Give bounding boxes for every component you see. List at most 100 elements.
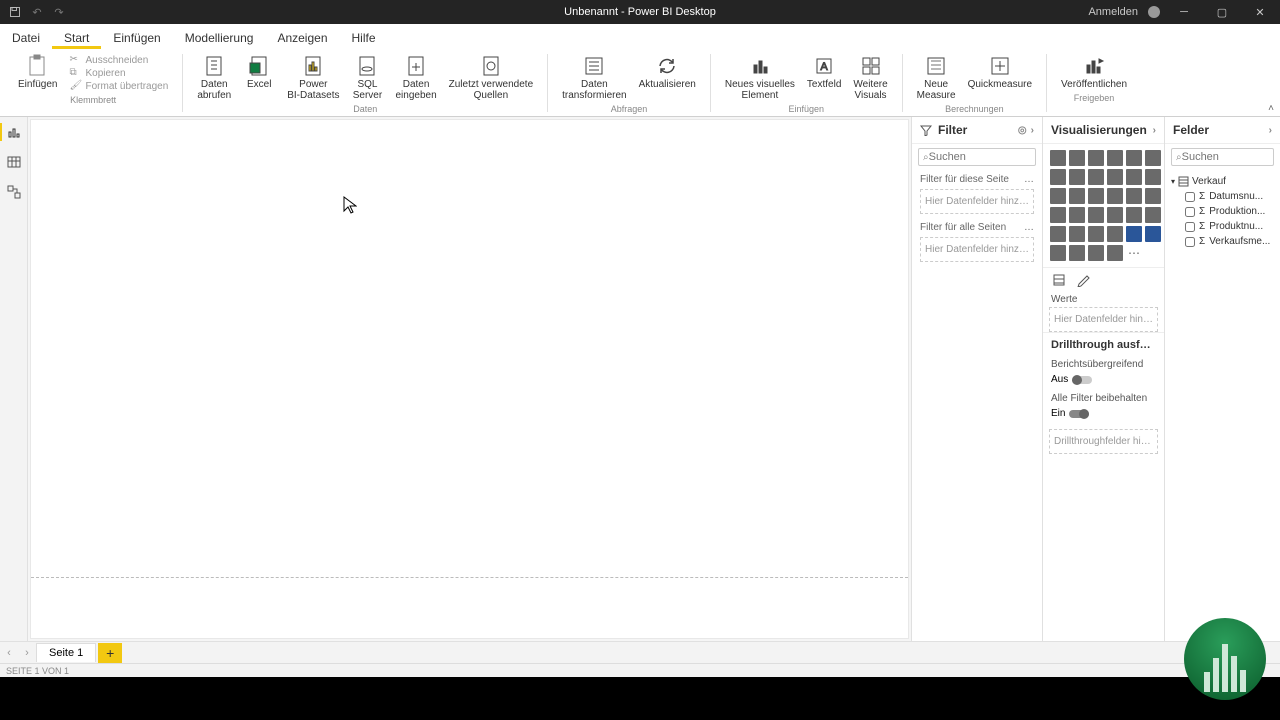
more-icon[interactable]: … bbox=[1024, 222, 1034, 233]
visualization-gallery: ⋯ bbox=[1043, 144, 1164, 267]
undo-icon[interactable]: ↶ bbox=[30, 5, 44, 19]
more-visuals-button[interactable]: Weitere Visuals bbox=[849, 52, 891, 103]
textbox-button[interactable]: ATextfeld bbox=[803, 52, 845, 92]
cross-report-toggle[interactable]: Aus bbox=[1043, 372, 1164, 391]
viz-scatter[interactable] bbox=[1088, 188, 1104, 204]
add-page-button[interactable]: + bbox=[98, 643, 122, 663]
format-tab-icon[interactable] bbox=[1075, 272, 1091, 288]
transform-data-button[interactable]: Daten transformieren bbox=[558, 52, 630, 103]
fields-tab-icon[interactable] bbox=[1051, 272, 1067, 288]
field-item[interactable]: ΣProduktion... bbox=[1171, 204, 1274, 219]
viz-line[interactable] bbox=[1050, 169, 1066, 185]
sql-server-button[interactable]: SQL Server bbox=[347, 52, 387, 103]
refresh-button[interactable]: Aktualisieren bbox=[635, 52, 700, 92]
viz-r[interactable] bbox=[1126, 226, 1142, 242]
get-data-button[interactable]: Daten abrufen bbox=[193, 52, 235, 103]
values-dropzone[interactable]: Hier Datenfelder hinzufügen bbox=[1049, 307, 1158, 332]
close-button[interactable]: ✕ bbox=[1246, 0, 1274, 24]
cursor-icon bbox=[343, 196, 357, 214]
page-next-button[interactable]: › bbox=[18, 647, 36, 659]
viz-more-icon[interactable]: ⋯ bbox=[1126, 245, 1142, 261]
viz-clustered-bar[interactable] bbox=[1088, 150, 1104, 166]
viz-gauge[interactable] bbox=[1107, 207, 1123, 223]
more-icon[interactable]: … bbox=[1024, 174, 1034, 185]
signin-link[interactable]: Anmelden bbox=[1088, 6, 1138, 18]
viz-line-stacked[interactable] bbox=[1107, 169, 1123, 185]
viz-area[interactable] bbox=[1069, 169, 1085, 185]
titlebar: ↶ ↷ Unbenannt - Power BI Desktop Anmelde… bbox=[0, 0, 1280, 24]
viz-python[interactable] bbox=[1145, 226, 1161, 242]
quick-measure-button[interactable]: Quickmeasure bbox=[964, 52, 1036, 92]
page-tab[interactable]: Seite 1 bbox=[36, 643, 96, 662]
viz-arcgis[interactable] bbox=[1107, 245, 1123, 261]
publish-button[interactable]: Veröffentlichen bbox=[1057, 52, 1131, 92]
viz-waterfall[interactable] bbox=[1050, 188, 1066, 204]
viz-treemap[interactable] bbox=[1145, 188, 1161, 204]
viz-matrix[interactable] bbox=[1107, 226, 1123, 242]
viz-100-column[interactable] bbox=[1145, 150, 1161, 166]
new-visual-button[interactable]: Neues visuelles Element bbox=[721, 52, 799, 103]
menu-anzeigen[interactable]: Anzeigen bbox=[265, 27, 339, 49]
viz-stacked-column[interactable] bbox=[1069, 150, 1085, 166]
viz-funnel[interactable] bbox=[1069, 188, 1085, 204]
viz-shape-map[interactable] bbox=[1088, 207, 1104, 223]
viz-ribbon[interactable] bbox=[1145, 169, 1161, 185]
viz-multi-card[interactable] bbox=[1145, 207, 1161, 223]
recent-sources-button[interactable]: Zuletzt verwendete Quellen bbox=[445, 52, 538, 103]
viz-decomposition[interactable] bbox=[1069, 245, 1085, 261]
menu-datei[interactable]: Datei bbox=[0, 27, 52, 49]
new-measure-button[interactable]: Neue Measure bbox=[913, 52, 960, 103]
viz-donut[interactable] bbox=[1126, 188, 1142, 204]
viz-stacked-bar[interactable] bbox=[1050, 150, 1066, 166]
menu-modellierung[interactable]: Modellierung bbox=[173, 27, 266, 49]
viz-map[interactable] bbox=[1050, 207, 1066, 223]
pbi-datasets-button[interactable]: Power BI-Datasets bbox=[283, 52, 343, 103]
save-icon[interactable] bbox=[8, 5, 22, 19]
filter-eye-icon[interactable]: ◎ bbox=[1018, 125, 1027, 136]
viz-qa[interactable] bbox=[1088, 245, 1104, 261]
paste-button[interactable]: Einfügen bbox=[14, 52, 61, 92]
enter-data-button[interactable]: Daten eingeben bbox=[391, 52, 440, 103]
filter-search-input[interactable]: ⌕ bbox=[918, 148, 1036, 166]
excel-button[interactable]: Excel bbox=[239, 52, 279, 92]
ribbon-collapse-icon[interactable]: ˄ bbox=[1268, 103, 1274, 114]
ribbon: Einfügen ✂Ausschneiden ⧉Kopieren 🖌Format… bbox=[0, 50, 1280, 117]
field-item[interactable]: ΣVerkaufsme... bbox=[1171, 234, 1274, 249]
viz-card[interactable] bbox=[1126, 207, 1142, 223]
fields-collapse-icon[interactable]: › bbox=[1269, 125, 1272, 136]
data-view-button[interactable] bbox=[5, 153, 23, 171]
viz-line-clustered[interactable] bbox=[1126, 169, 1142, 185]
viz-100-bar[interactable] bbox=[1126, 150, 1142, 166]
menu-hilfe[interactable]: Hilfe bbox=[340, 27, 388, 49]
sigma-icon: Σ bbox=[1199, 191, 1205, 202]
maximize-button[interactable]: ▢ bbox=[1208, 0, 1236, 24]
avatar-icon[interactable] bbox=[1148, 6, 1160, 18]
fields-search-input[interactable]: ⌕ bbox=[1171, 148, 1274, 166]
viz-slicer[interactable] bbox=[1069, 226, 1085, 242]
filter-all-dropzone[interactable]: Hier Datenfelder hinzufüg... bbox=[920, 237, 1034, 262]
report-canvas[interactable] bbox=[30, 119, 909, 639]
viz-kpi[interactable] bbox=[1050, 226, 1066, 242]
viz-filled-map[interactable] bbox=[1069, 207, 1085, 223]
menu-einfuegen[interactable]: Einfügen bbox=[101, 27, 172, 49]
table-verkauf[interactable]: ▾ Verkauf bbox=[1171, 174, 1274, 189]
page-prev-button[interactable]: ‹ bbox=[0, 647, 18, 659]
keep-filters-toggle[interactable]: Ein bbox=[1043, 406, 1164, 425]
field-item[interactable]: ΣDatumsnu... bbox=[1171, 189, 1274, 204]
viz-table[interactable] bbox=[1088, 226, 1104, 242]
filter-page-dropzone[interactable]: Hier Datenfelder hinzufüg... bbox=[920, 189, 1034, 214]
viz-pie[interactable] bbox=[1107, 188, 1123, 204]
field-item[interactable]: ΣProduktnu... bbox=[1171, 219, 1274, 234]
redo-icon[interactable]: ↷ bbox=[52, 5, 66, 19]
cut-button: ✂Ausschneiden bbox=[69, 54, 168, 66]
viz-collapse-icon[interactable]: › bbox=[1153, 125, 1156, 136]
minimize-button[interactable]: ─ bbox=[1170, 0, 1198, 24]
drillthrough-dropzone[interactable]: Drillthroughfelder hier hinz... bbox=[1049, 429, 1158, 454]
model-view-button[interactable] bbox=[5, 183, 23, 201]
viz-clustered-column[interactable] bbox=[1107, 150, 1123, 166]
menu-start[interactable]: Start bbox=[52, 27, 101, 49]
viz-key-influencers[interactable] bbox=[1050, 245, 1066, 261]
report-view-button[interactable] bbox=[5, 123, 23, 141]
filter-collapse-icon[interactable]: › bbox=[1031, 125, 1034, 136]
viz-stacked-area[interactable] bbox=[1088, 169, 1104, 185]
